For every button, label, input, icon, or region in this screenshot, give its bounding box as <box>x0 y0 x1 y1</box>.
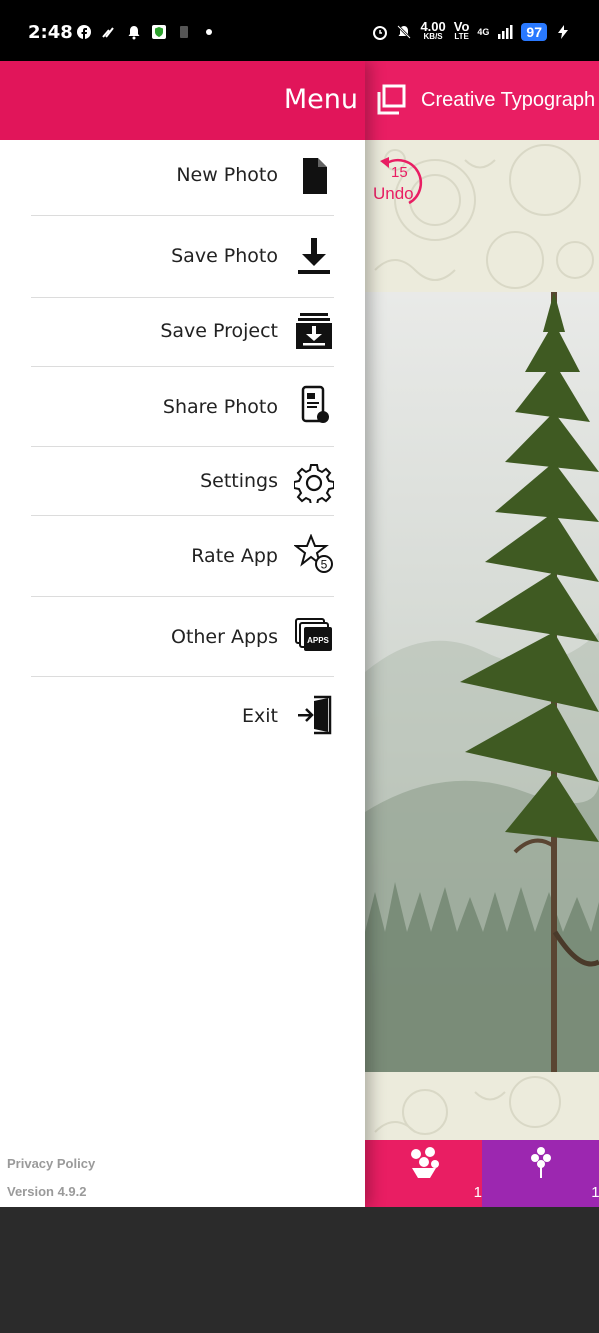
menu-item-save-project[interactable]: Save Project <box>31 298 334 367</box>
status-bar: 2:48 4.00 KB/S Vo LTE 4G 97 <box>0 0 599 61</box>
flowers-icon <box>530 1147 551 1178</box>
apps-badge: APPS <box>307 636 329 645</box>
version-label: Version 4.9.2 <box>7 1184 87 1199</box>
editor-area: Creative Typograph 15 Undo 1 <box>365 61 599 1207</box>
signal-icon <box>498 25 513 39</box>
menu-item-label: Exit <box>242 705 278 727</box>
menu-item-label: Other Apps <box>170 626 278 648</box>
mute-bell-icon <box>397 25 412 39</box>
bell-icon <box>128 26 140 40</box>
menu-item-label: Settings <box>200 470 278 492</box>
navigation-bar-area <box>0 1207 599 1333</box>
layers-icon[interactable] <box>375 83 409 117</box>
speed-icon <box>102 27 114 38</box>
menu-item-share-photo[interactable]: Share Photo <box>31 367 334 447</box>
tree-photo <box>365 292 599 1072</box>
menu-item-settings[interactable]: Settings <box>31 447 334 516</box>
photo-canvas[interactable] <box>365 292 599 1072</box>
network-type: 4G <box>477 27 490 37</box>
navigation-drawer: Menu New Photo Save Photo Save Project S… <box>0 61 365 1207</box>
background-pattern-bottom <box>365 1072 599 1140</box>
system-icons: 4.00 KB/S Vo LTE 4G 97 <box>372 19 571 42</box>
tab-10[interactable]: 10 <box>365 1140 490 1207</box>
tab-number: 11 <box>591 1184 599 1201</box>
notification-icons <box>76 24 217 40</box>
undo-label: Undo <box>373 184 414 203</box>
menu-item-save-photo[interactable]: Save Photo <box>31 216 334 298</box>
sim-icon <box>180 26 188 38</box>
menu-item-exit[interactable]: Exit <box>31 677 334 757</box>
drawer-header: Menu <box>0 61 365 140</box>
undo-count: 15 <box>391 164 408 181</box>
dot-icon <box>206 29 212 35</box>
menu-item-other-apps[interactable]: Other Apps APPS <box>31 597 334 677</box>
menu-item-new-photo[interactable]: New Photo <box>31 140 334 216</box>
gear-icon <box>294 464 334 503</box>
tab-11[interactable]: 11 <box>482 1140 599 1207</box>
menu-item-label: Save Photo <box>171 245 278 267</box>
charging-icon <box>558 25 568 39</box>
menu-title: Menu <box>283 84 358 115</box>
volte-indicator: Vo LTE <box>453 19 470 41</box>
new-photo-icon <box>303 158 327 194</box>
menu-item-label: Save Project <box>160 320 278 342</box>
facebook-icon <box>77 25 91 39</box>
bottom-tabs: 10 11 <box>365 1140 599 1207</box>
share-phone-icon <box>301 385 329 423</box>
save-project-icon <box>296 313 332 349</box>
menu-item-rate-app[interactable]: Rate App 5 <box>31 516 334 597</box>
download-icon <box>298 238 330 274</box>
privacy-policy-link[interactable]: Privacy Policy <box>7 1156 95 1171</box>
flowers-icon <box>410 1147 439 1178</box>
menu-item-label: New Photo <box>176 164 278 186</box>
net-speed: 4.00 KB/S <box>420 19 446 41</box>
star-rating-icon: 5 <box>294 534 333 573</box>
alarm-icon <box>373 26 388 40</box>
shield-icon <box>152 25 166 39</box>
menu-item-label: Share Photo <box>162 396 278 418</box>
app-title: Creative Typograph <box>421 89 596 111</box>
battery-level: 97 <box>521 23 547 41</box>
apps-icon: APPS <box>295 618 332 651</box>
undo-button[interactable]: 15 Undo <box>369 149 429 209</box>
menu-item-label: Rate App <box>191 545 278 567</box>
rating-badge: 5 <box>321 558 328 572</box>
app-header: Creative Typograph <box>365 61 599 140</box>
exit-door-icon <box>298 695 332 735</box>
status-time: 2:48 <box>28 22 73 43</box>
